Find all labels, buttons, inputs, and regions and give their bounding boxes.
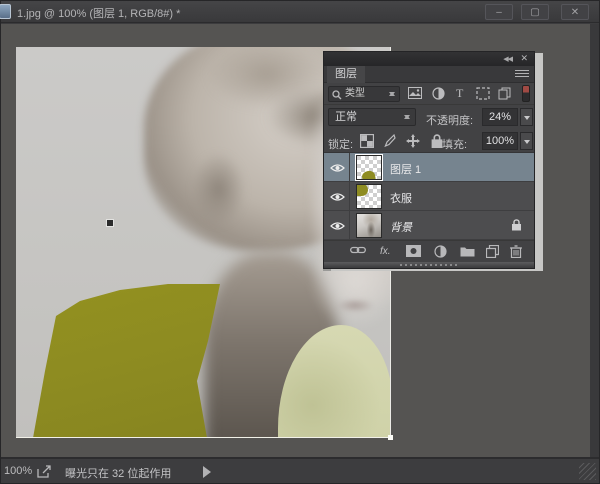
status-export-icon[interactable] (37, 465, 52, 478)
layer-filter-row: 类型 T (324, 83, 534, 105)
visibility-cell[interactable] (324, 182, 350, 211)
zoom-level-field[interactable]: 100% (4, 465, 32, 477)
lock-pixels-brush-icon[interactable] (382, 134, 396, 148)
lock-position-icon[interactable] (406, 134, 420, 148)
layers-list: 图层 1 衣服 背景 (324, 153, 534, 240)
search-icon (332, 90, 342, 100)
fill-value-field[interactable]: 100% (482, 132, 518, 150)
filter-type-dropdown[interactable]: 类型 (328, 86, 400, 102)
portrait-ear (191, 152, 246, 227)
lock-transparency-icon[interactable] (360, 134, 374, 148)
photoshop-document-window: 1.jpg @ 100% (图层 1, RGB/8#) * – ▢ ✕ ◀◀ ✕ (0, 0, 600, 484)
new-group-folder-icon[interactable] (460, 245, 475, 257)
filter-smart-objects-icon[interactable] (498, 87, 511, 100)
lock-label: 锁定: (328, 139, 354, 151)
layer-thumbnail[interactable] (356, 213, 382, 238)
layer-row-clothes[interactable]: 衣服 (324, 182, 534, 211)
filter-type-layers-icon[interactable]: T (456, 86, 463, 101)
panel-resize-grip[interactable] (324, 262, 534, 268)
maximize-button[interactable]: ▢ (521, 4, 549, 20)
delete-layer-trash-icon[interactable] (510, 245, 522, 258)
filter-shape-layers-icon[interactable] (476, 87, 490, 100)
layer-name[interactable]: 图层 1 (390, 161, 421, 177)
layer-name[interactable]: 背景 (390, 219, 412, 235)
blend-mode-row: 正常 不透明度: 24% (324, 105, 534, 129)
panel-close-icon[interactable]: ✕ (520, 53, 528, 64)
eye-icon (330, 222, 345, 230)
new-layer-icon[interactable] (486, 245, 499, 258)
opacity-label: 不透明度: (426, 115, 474, 127)
filter-adjustment-layers-icon[interactable] (432, 87, 445, 100)
status-bar: 100% 曝光只在 32 位起作用 (1, 457, 599, 483)
canvas-corner-handle (388, 435, 393, 440)
eye-icon (330, 164, 345, 172)
close-button[interactable]: ✕ (561, 4, 589, 20)
fill-label: 填充: (442, 139, 468, 151)
layer-name[interactable]: 衣服 (390, 190, 412, 206)
document-title: 1.jpg @ 100% (图层 1, RGB/8#) * (17, 8, 181, 20)
layer-row-background[interactable]: 背景 (324, 211, 534, 240)
fill-dropdown-button[interactable] (520, 132, 533, 150)
panel-bottom-bar: fx. (324, 240, 534, 262)
layer-lock-icon (512, 219, 521, 231)
opacity-dropdown-button[interactable] (520, 108, 533, 126)
layer-thumbnail[interactable] (356, 184, 382, 209)
portrait-lips (338, 299, 372, 312)
dropdown-arrows-icon (389, 89, 396, 99)
filter-type-label: 类型 (345, 88, 365, 99)
opacity-value-field[interactable]: 24% (482, 108, 518, 126)
document-icon (0, 4, 11, 19)
visibility-cell[interactable] (324, 211, 350, 240)
title-bar[interactable]: 1.jpg @ 100% (图层 1, RGB/8#) * – ▢ ✕ (0, 1, 599, 23)
window-edge (590, 24, 599, 459)
filter-pixel-layers-icon[interactable] (408, 87, 422, 99)
panel-title-bar[interactable]: ◀◀ ✕ (324, 52, 534, 66)
layer-row-layer1[interactable]: 图层 1 (324, 153, 534, 182)
status-message: 曝光只在 32 位起作用 (65, 468, 172, 480)
blend-mode-value: 正常 (335, 111, 357, 123)
filter-toggle-switch[interactable] (522, 85, 530, 102)
add-layer-mask-icon[interactable] (406, 245, 421, 257)
layer-thumbnail[interactable] (355, 154, 383, 181)
tab-layers[interactable]: 图层 (327, 66, 365, 83)
layer-style-fx-icon[interactable]: fx. (380, 246, 391, 257)
link-layers-icon[interactable] (350, 245, 366, 255)
window-resize-grip[interactable] (579, 463, 596, 480)
brush-cursor-mark (106, 219, 114, 227)
dropdown-arrows-icon (404, 112, 411, 122)
visibility-cell[interactable] (324, 153, 350, 182)
eye-icon (330, 193, 345, 201)
new-adjustment-layer-icon[interactable] (434, 245, 447, 258)
minimize-button[interactable]: – (485, 4, 513, 20)
layers-panel[interactable]: ◀◀ ✕ 图层 类型 T 正常 不透明度: 24% 锁定: 填充: 100% 图… (323, 51, 535, 269)
lock-row: 锁定: 填充: 100% (324, 129, 534, 153)
panel-menu-icon[interactable] (515, 70, 529, 79)
status-play-arrow-icon[interactable] (203, 466, 217, 478)
blend-mode-dropdown[interactable]: 正常 (328, 108, 416, 126)
panel-tab-bar: 图层 (324, 66, 534, 83)
collapse-panel-icon[interactable]: ◀◀ (503, 55, 513, 63)
